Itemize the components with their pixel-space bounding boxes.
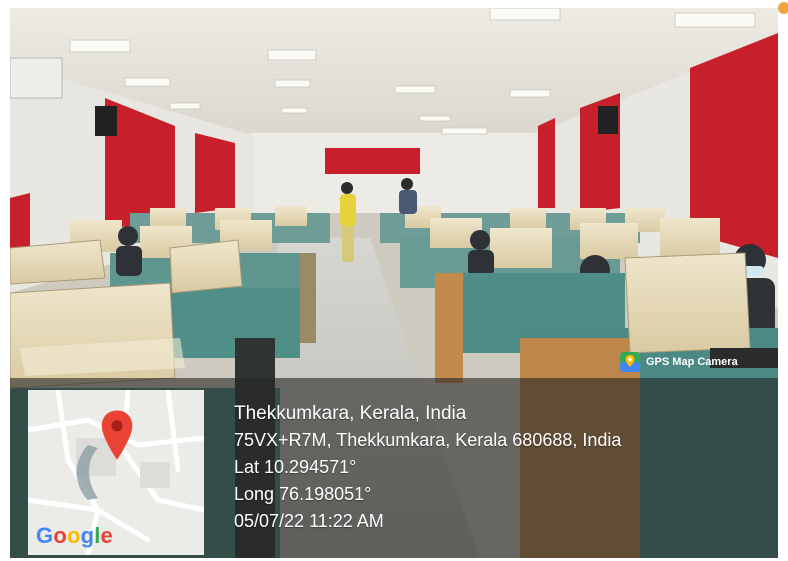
status-dot	[778, 2, 788, 14]
longitude-text: Long 76.198051°	[234, 484, 372, 504]
datetime-text: 05/07/22 11:22 AM	[234, 511, 384, 531]
location-pin-icon	[101, 410, 133, 460]
address-line: 75VX+R7M, Thekkumkara, Kerala 680688, In…	[234, 430, 622, 450]
map-pin-camera-icon	[620, 352, 640, 372]
gps-badge-label: GPS Map Camera	[646, 356, 738, 368]
google-logo: Google	[36, 523, 113, 548]
map-thumbnail[interactable]: Google	[28, 390, 204, 555]
latitude-text: Lat 10.294571°	[234, 457, 357, 477]
location-info: Thekkumkara, Kerala, India 75VX+R7M, The…	[234, 400, 621, 535]
gps-map-camera-badge: GPS Map Camera	[620, 349, 738, 375]
place-name: Thekkumkara, Kerala, India	[234, 403, 467, 424]
